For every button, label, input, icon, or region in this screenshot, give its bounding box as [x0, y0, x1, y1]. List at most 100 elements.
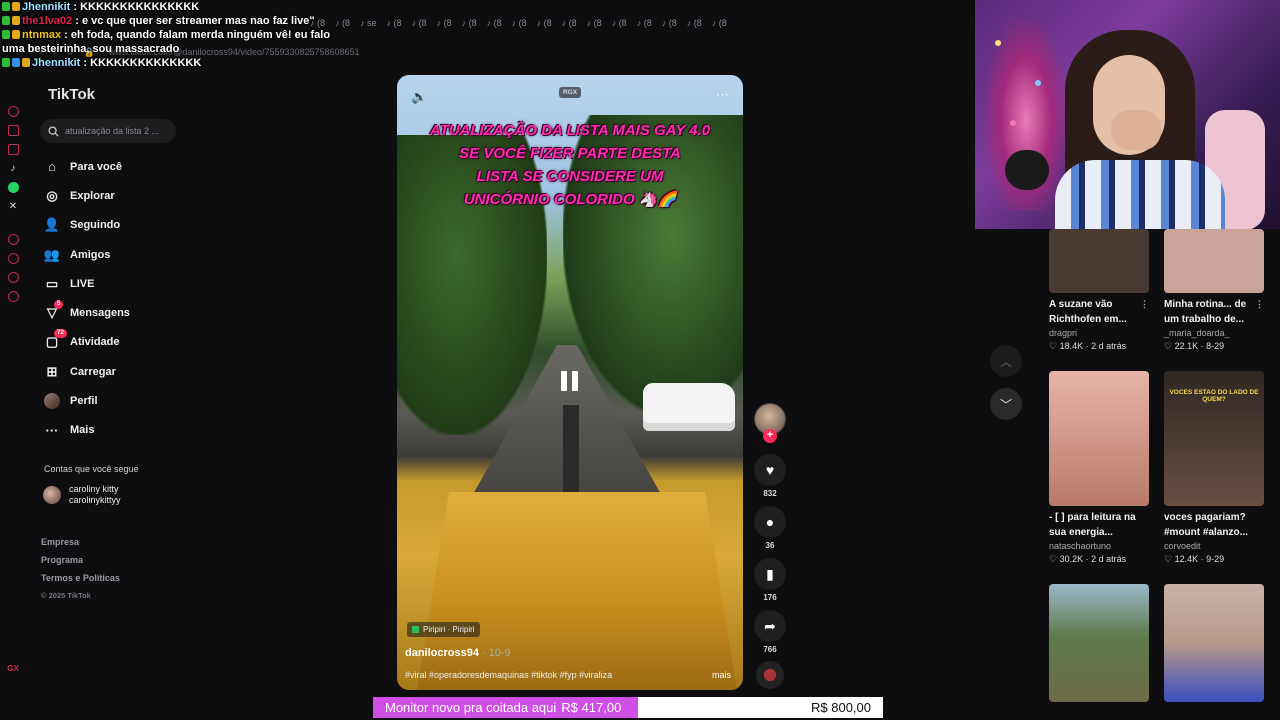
copyright: © 2025 TikTok [41, 591, 91, 600]
share-button[interactable]: ➦ 766 [754, 610, 786, 654]
more-icon[interactable]: ⋮ [1140, 297, 1149, 312]
chat-username: Jhennikit [22, 1, 71, 13]
video-card[interactable] [1164, 584, 1264, 702]
nav-item-carregar[interactable]: ⊞ Carregar [44, 357, 194, 386]
search-box[interactable] [40, 119, 176, 143]
settings-icon[interactable] [7, 291, 19, 302]
whatsapp-icon[interactable] [7, 182, 19, 193]
video-card[interactable]: - [ ] para leitura na sua energia... nat… [1049, 371, 1149, 566]
nav-label: Carregar [70, 365, 116, 378]
pause-icon[interactable] [561, 371, 579, 393]
friends-icon: 👥 [43, 246, 61, 262]
nav-item-para-voce[interactable]: ⌂ Para você [44, 152, 194, 181]
browser-sidebar-icon[interactable] [7, 106, 19, 117]
browser-sidebar-icon[interactable] [7, 125, 19, 136]
nav-item-atividade[interactable]: ▢ 72 Atividade [44, 328, 194, 357]
nav-item-seguindo[interactable]: 👤 Seguindo [44, 211, 194, 240]
chat-badge-icon [2, 2, 10, 11]
card-likes: 18.4K [1059, 341, 1084, 351]
nav-item-live[interactable]: ▭ LIVE [44, 269, 194, 298]
card-title-text: A suzane vão Richthofen em... [1049, 299, 1127, 325]
video-card[interactable] [1049, 584, 1149, 702]
card-title-text: - [ ] para leitura na sua energia... [1049, 512, 1136, 538]
chat-message: ntnmax : eh foda, quando falam merda nin… [2, 28, 332, 56]
location-chip[interactable]: Piripiri · Piripiri [407, 622, 480, 637]
card-title-text: voces pagariam? #mount #alanzo... [1164, 512, 1248, 538]
location-text: Piripiri · Piripiri [423, 625, 475, 634]
video-card[interactable]: VOCES ESTAO DO LADO DE QUEM? voces pagar… [1164, 371, 1264, 566]
video-caption: #viral #operadoresdemaquinas #tiktok #fy… [405, 670, 613, 680]
chevron-up-icon[interactable]: ︿ [990, 345, 1022, 377]
chat-separator: : [80, 57, 91, 69]
tiktok-logo[interactable]: TikTok [48, 86, 95, 103]
chevron-down-icon[interactable]: ﹀ [990, 388, 1022, 420]
chat-badge-icon [2, 58, 10, 67]
card-likes: 30.2K [1059, 554, 1084, 564]
followed-account[interactable]: caroliny kitty carolinykittyy [43, 484, 121, 506]
location-icon [412, 626, 419, 633]
footer-link-programa[interactable]: Programa [41, 551, 120, 569]
video-card-stats: ♡ 12.4K · 9-29 [1164, 554, 1225, 564]
extension-icon[interactable] [7, 272, 19, 283]
upload-icon: ⊞ [46, 363, 58, 379]
save-count: 176 [763, 593, 777, 602]
music-disc-icon[interactable] [756, 661, 784, 689]
video-thumbnail[interactable] [1164, 584, 1264, 702]
video-card-stats: ♡ 18.4K · 2 d atrás [1049, 341, 1127, 351]
save-button[interactable]: ▮ 176 [754, 558, 786, 602]
browser-sidebar-icon[interactable] [7, 144, 19, 155]
comment-button[interactable]: ● 36 [754, 506, 786, 550]
volume-icon[interactable]: 🔈 [411, 89, 427, 105]
chat-username: the1lva02 [22, 15, 73, 27]
donation-label: Monitor novo pra coitada aqui [385, 700, 557, 715]
footer-links: Empresa Programa Termos e Políticas © 20… [41, 533, 120, 605]
avatar [43, 486, 61, 504]
tiktok-sidebar-icon[interactable]: ♪ [8, 163, 19, 174]
video-thumbnail[interactable] [1049, 584, 1149, 702]
nav-label: Perfil [70, 395, 98, 408]
like-count: 832 [763, 489, 777, 498]
chat-badge-icon [22, 58, 30, 67]
video-thumbnail[interactable]: VOCES ESTAO DO LADO DE QUEM? [1164, 371, 1264, 506]
nav-label: Mensagens [70, 307, 130, 320]
donation-goal: R$ 800,00 [811, 700, 871, 715]
video-card[interactable]: Minha rotina... de um trabalho de... ⋮ _m… [1164, 229, 1264, 353]
clock-icon[interactable] [7, 234, 19, 245]
x-icon[interactable]: ✕ [8, 201, 19, 212]
video-thumbnail[interactable] [1049, 371, 1149, 506]
like-button[interactable]: ♥ 832 [754, 454, 786, 498]
history-icon[interactable] [7, 253, 19, 264]
activity-icon: ▢ 72 [44, 329, 67, 350]
video-card-stats: ♡ 30.2K · 2 d atrás [1049, 554, 1127, 564]
more-options-icon[interactable]: ⋯ [716, 87, 729, 103]
video-card-title: Minha rotina... de um trabalho de... ⋮ [1164, 297, 1264, 327]
follow-plus-icon[interactable]: + [763, 429, 777, 443]
messages-badge: 5 [54, 300, 64, 310]
chat-username: ntnmax [22, 29, 62, 41]
more-icon[interactable]: ⋮ [1255, 297, 1264, 312]
footer-link-termos[interactable]: Termos e Políticas [41, 569, 120, 587]
following-icon: 👤 [43, 217, 61, 233]
live-icon: ▭ [45, 275, 59, 291]
video-thumbnail[interactable] [1164, 229, 1264, 293]
footer-link-empresa[interactable]: Empresa [41, 533, 120, 551]
nav-item-perfil[interactable]: Perfil [44, 386, 194, 415]
nav-item-mensagens[interactable]: ▽ 5 Mensagens [44, 298, 194, 327]
video-player[interactable]: 🔈 RGX ⋯ ATUALIZAÇÃO DA LISTA MAIS GAY 4.… [397, 75, 743, 690]
card-date: 8-29 [1206, 341, 1225, 351]
messages-icon: ▽ 5 [44, 300, 64, 321]
video-card[interactable]: A suzane vão Richthofen em... ⋮ dragpri ♡… [1049, 229, 1149, 353]
share-icon: ➦ [754, 610, 786, 642]
caption-more-link[interactable]: mais [712, 670, 731, 680]
video-thumbnail[interactable] [1049, 229, 1149, 293]
search-input[interactable] [65, 126, 175, 136]
video-author[interactable]: danilocross94 · 10-9 [405, 647, 511, 659]
streamer-hand [1111, 110, 1161, 150]
nav-item-explorar[interactable]: ◎ Explorar [44, 181, 194, 210]
video-card-title: - [ ] para leitura na sua energia... [1049, 510, 1149, 540]
nav-item-mais[interactable]: ··· Mais [44, 416, 194, 445]
chat-text: KKKKKKKKKKKKKKK [80, 1, 200, 13]
nav-label: Amigos [70, 248, 111, 261]
chat-badge-icon [12, 30, 20, 39]
nav-item-amigos[interactable]: 👥 Amigos [44, 240, 194, 269]
